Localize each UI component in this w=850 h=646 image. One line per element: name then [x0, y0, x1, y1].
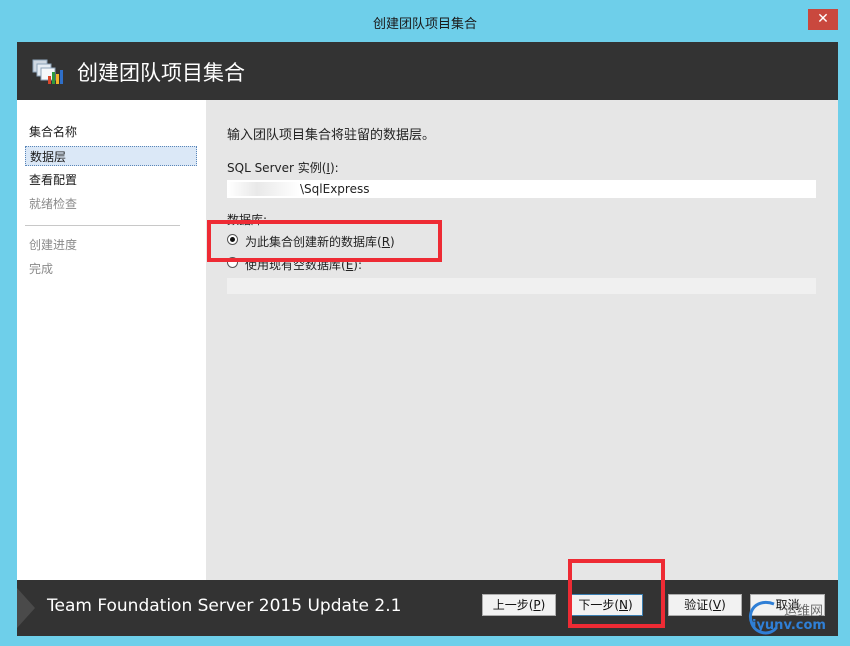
page-instructions: 输入团队项目集合将驻留的数据层。	[227, 128, 436, 143]
verify-button[interactable]: 验证(V)	[668, 594, 742, 616]
window-frame-bottom	[0, 636, 850, 646]
window-title-bar[interactable]: 创建团队项目集合 ✕	[0, 0, 850, 42]
window-frame-right	[838, 42, 850, 646]
footer-arrow-icon	[17, 588, 35, 628]
product-name: Team Foundation Server 2015 Update 2.1	[47, 596, 402, 616]
wizard-steps-nav: 集合名称 数据层 查看配置 就绪检查 创建进度 完成	[17, 100, 206, 580]
nav-step-collection-name[interactable]: 集合名称	[25, 122, 197, 142]
page-title: 创建团队项目集合	[77, 61, 245, 85]
redacted-server-name	[228, 182, 300, 196]
nav-step-data-tier[interactable]: 数据层	[25, 146, 197, 166]
nav-step-review[interactable]: 查看配置	[25, 170, 197, 190]
nav-step-progress: 创建进度	[29, 238, 78, 252]
close-icon: ✕	[817, 11, 829, 27]
nav-divider	[25, 225, 180, 226]
highlight-create-new-database	[207, 220, 442, 262]
nav-step-complete: 完成	[29, 262, 54, 276]
sql-instance-label: SQL Server 实例(I):	[227, 161, 339, 175]
wizard-footer: Team Foundation Server 2015 Update 2.1 上…	[17, 580, 838, 636]
window-frame-left	[0, 42, 17, 646]
sql-instance-value: \SqlExpress	[300, 182, 370, 196]
nav-step-readiness-checks: 就绪检查	[29, 197, 78, 211]
watermark-site-name: 运维网	[784, 604, 824, 619]
wizard-content: 输入团队项目集合将驻留的数据层。 SQL Server 实例(I): \SqlE…	[206, 100, 838, 580]
wizard-header: 创建团队项目集合	[17, 42, 838, 100]
tfs-collection-icon	[32, 59, 63, 84]
back-button[interactable]: 上一步(P)	[482, 594, 556, 616]
watermark-url: iyunv.com	[752, 618, 826, 633]
close-button[interactable]: ✕	[808, 9, 838, 30]
existing-database-input	[227, 278, 816, 294]
highlight-next-button	[568, 559, 665, 628]
window-title: 创建团队项目集合	[372, 17, 477, 32]
watermark: 运维网 iyunv.com	[744, 596, 844, 640]
